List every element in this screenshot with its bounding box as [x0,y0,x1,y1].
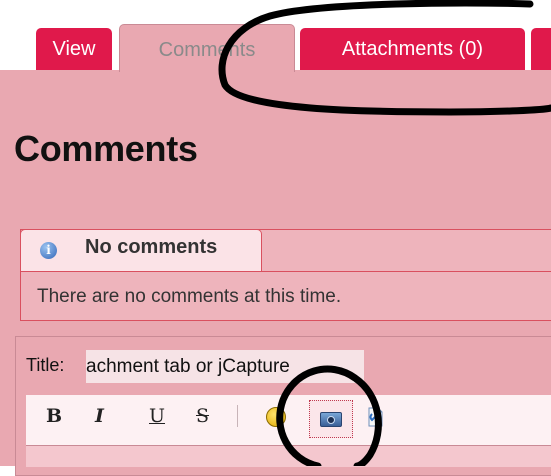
tab-attachments[interactable]: Attachments (0) [300,28,525,70]
camera-body [320,412,342,427]
toolbar-separator [237,405,238,427]
tab-view[interactable]: View [36,28,112,70]
info-icon: i [40,242,57,259]
tab-bar: View Comments Attachments (0) [0,0,551,72]
title-input[interactable] [86,350,364,383]
no-comments-label: No comments [85,236,218,258]
comments-box-header: i No comments [20,229,262,271]
box-divider [20,271,551,272]
comment-editor[interactable] [26,445,551,467]
smiley-icon[interactable] [266,407,286,427]
bold-button[interactable]: B [46,405,62,427]
tab-view-label: View [52,38,96,60]
underline-button[interactable]: U [149,405,165,427]
strikethrough-button[interactable]: S [196,405,209,427]
page-title: Comments [14,128,198,169]
tab-more[interactable] [531,28,551,70]
attachment-icon[interactable] [366,404,384,428]
title-label: Title: [26,355,65,375]
italic-button[interactable]: I [95,405,104,427]
camera-lens [327,416,335,424]
no-comments-message: There are no comments at this time. [37,286,342,307]
tab-comments[interactable]: Comments [119,24,295,72]
camera-icon[interactable] [309,400,353,438]
tab-comments-label: Comments [158,39,256,61]
editor-toolbar: B I U S [26,395,551,445]
tab-attachments-label: Attachments (0) [341,38,484,60]
